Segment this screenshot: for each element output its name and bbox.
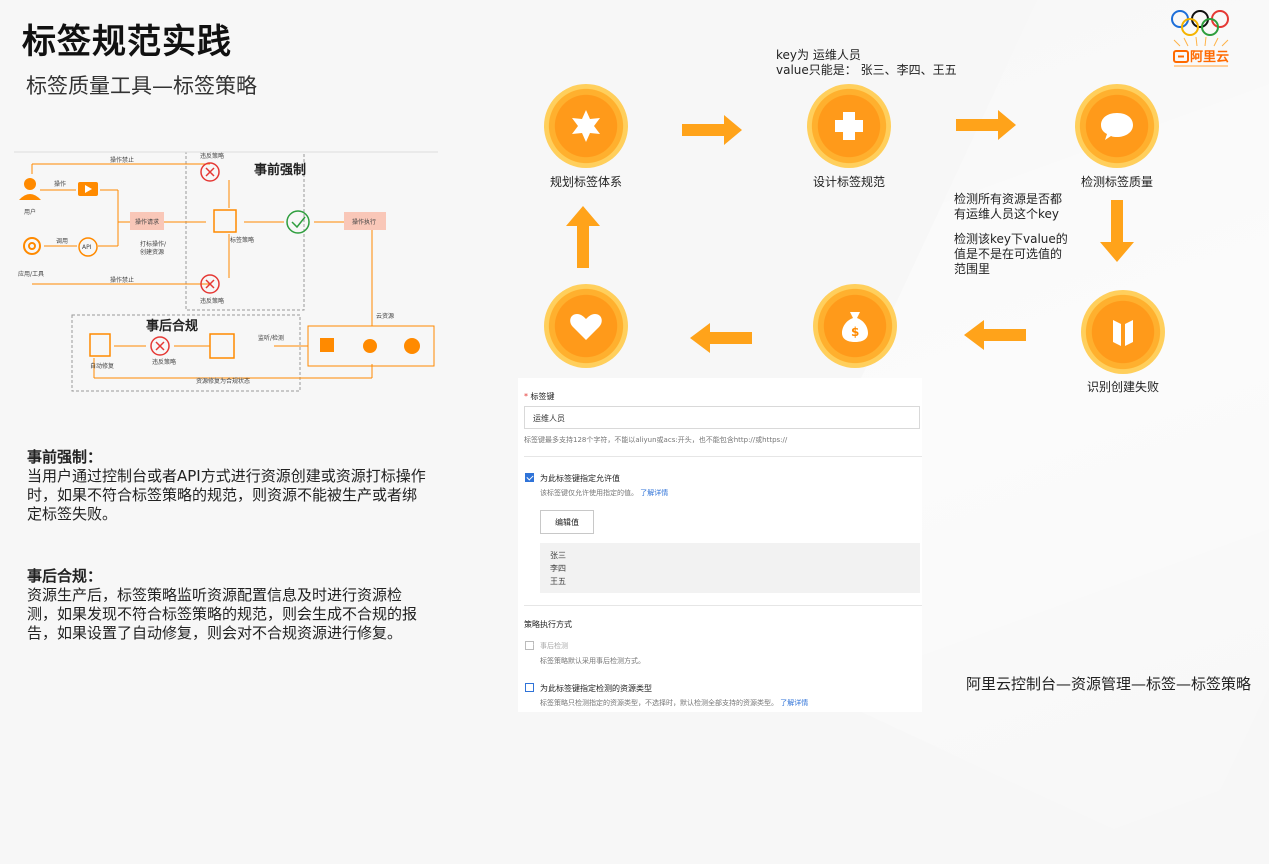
heart-icon bbox=[570, 314, 602, 340]
learn-more-link-2[interactable]: 了解详情 bbox=[780, 699, 808, 707]
value-item: 李四 bbox=[550, 564, 566, 573]
op-forbid-bottom: 操作禁止 bbox=[110, 276, 134, 284]
money-bag-icon: $ bbox=[842, 312, 868, 342]
svg-text:监听/检测: 监听/检测 bbox=[258, 334, 284, 342]
footer-caption: 阿里云控制台—资源管理—标签—标签策略 bbox=[965, 675, 1251, 693]
fail-circle bbox=[1081, 290, 1165, 374]
arrow-up bbox=[566, 206, 600, 268]
divider bbox=[524, 605, 922, 606]
arrow-right-2 bbox=[956, 110, 1016, 140]
svg-text:违反策略: 违反策略 bbox=[200, 152, 224, 160]
check-note: 检测所有资源是否都 有运维人员这个key 检测该key下value的 值是不是在… bbox=[954, 192, 1068, 276]
star-badge-icon bbox=[572, 110, 600, 142]
op-forbid-top: 操作禁止 bbox=[110, 156, 134, 164]
post-compliance-text: 事后合规： 资源生产后，标签策略监听资源配置信息及时进行资源检测，如果发现不符合… bbox=[27, 567, 418, 642]
heart-circle bbox=[544, 284, 628, 368]
svg-text:违反策略: 违反策略 bbox=[200, 297, 224, 305]
plus-icon bbox=[835, 112, 863, 140]
allow-hint: 该标签键仅允许使用指定的值。 bbox=[540, 489, 638, 497]
post-check-hint: 标签策略默认采用事后检测方式。 bbox=[540, 657, 645, 665]
app-label: 应用/工具 bbox=[18, 270, 44, 278]
money-circle: $ bbox=[813, 284, 897, 368]
user-icon bbox=[19, 178, 41, 200]
svg-text:标签策略: 标签策略 bbox=[230, 236, 254, 244]
svg-text:打标操作/: 打标操作/ bbox=[140, 240, 167, 248]
svg-text:创建资源: 创建资源 bbox=[140, 248, 164, 256]
call-label: 调用 bbox=[56, 237, 68, 245]
aliyun-olympic-logo: 阿里云 bbox=[1171, 10, 1229, 67]
key-note: key为 运维人员 value只能是： 张三、李四、王五 bbox=[776, 48, 957, 77]
arrow-down bbox=[1100, 200, 1134, 262]
allow-values-label: 为此标签键指定允许值 bbox=[540, 474, 620, 483]
monitor-policy-icon bbox=[209, 333, 235, 359]
tag-policy-flow-diagram: 事前强制 事后合规 用户 应用/工具 操作 API 调用 操作禁止 操作禁止 操… bbox=[14, 151, 438, 392]
svg-text:自动修复: 自动修复 bbox=[90, 362, 114, 370]
post-check-checkbox bbox=[525, 641, 534, 650]
post-check-label: 事后检测 bbox=[540, 642, 568, 650]
tag-policy-icon bbox=[213, 209, 237, 233]
arrow-left-1 bbox=[964, 320, 1026, 350]
page-subtitle: 标签质量工具—标签策略 bbox=[26, 74, 257, 98]
divider bbox=[524, 456, 922, 457]
resource-type-checkbox[interactable] bbox=[525, 683, 534, 692]
allowed-values-box: 张三 李四 王五 bbox=[540, 543, 920, 593]
svg-text:操作执行: 操作执行 bbox=[352, 218, 376, 226]
learn-more-link[interactable]: 了解详情 bbox=[640, 489, 668, 497]
allow-values-checkbox[interactable] bbox=[525, 473, 534, 482]
map-icon bbox=[1113, 320, 1133, 346]
arrow-right-1 bbox=[682, 115, 742, 145]
pre-enforce-text: 事前强制： 当用户通过控制台或者API方式进行资源创建或资源打标操作时，如果不符… bbox=[27, 448, 426, 523]
gear-icon bbox=[23, 237, 41, 255]
plan-label: 规划标签体系 bbox=[549, 175, 622, 189]
chat-bubble-icon bbox=[1101, 113, 1133, 140]
key-label: 标签键 bbox=[530, 392, 555, 401]
container-icon bbox=[404, 338, 420, 354]
fail-label: 识别创建失败 bbox=[1086, 380, 1159, 394]
svg-text:$: $ bbox=[851, 325, 859, 339]
svg-text:API: API bbox=[82, 244, 92, 251]
network-icon bbox=[363, 339, 377, 353]
page-title: 标签规范实践 bbox=[22, 22, 232, 62]
value-item: 张三 bbox=[550, 551, 566, 560]
mode-label: 策略执行方式 bbox=[524, 620, 572, 629]
resource-type-label: 为此标签键指定检测的资源类型 bbox=[540, 684, 652, 693]
cloud-res-label: 云资源 bbox=[376, 312, 394, 320]
logo-text: 阿里云 bbox=[1190, 50, 1229, 65]
key-hint: 标签键最多支持128个字符，不能以aliyun或acs:开头，也不能包含http… bbox=[524, 436, 788, 444]
svg-text:操作请求: 操作请求 bbox=[135, 218, 159, 226]
value-item: 王五 bbox=[550, 577, 566, 586]
auto-fix-icon bbox=[89, 333, 111, 357]
svg-text:资源修复为合规状态: 资源修复为合规状态 bbox=[196, 377, 250, 385]
design-label: 设计标签规范 bbox=[812, 175, 885, 189]
tag-policy-form: * 标签键 运维人员 标签键最多支持128个字符，不能以aliyun或acs:开… bbox=[518, 378, 922, 712]
resource-type-hint: 标签策略只检测指定的资源类型，不选择时，默认检测全部支持的资源类型。 bbox=[540, 699, 778, 707]
plan-circle bbox=[544, 84, 628, 168]
edit-values-button[interactable]: 编辑值 bbox=[540, 510, 594, 534]
user-label: 用户 bbox=[24, 208, 36, 216]
design-circle bbox=[807, 84, 891, 168]
detect-circle bbox=[1075, 84, 1159, 168]
check-icon bbox=[286, 210, 310, 234]
post-title: 事后合规 bbox=[146, 318, 198, 334]
tag-key-input[interactable]: 运维人员 bbox=[524, 406, 920, 429]
op-label: 操作 bbox=[54, 180, 66, 188]
pre-title: 事前强制 bbox=[254, 162, 306, 178]
server-icon bbox=[320, 338, 334, 352]
svg-text:违反策略: 违反策略 bbox=[152, 358, 176, 366]
arrow-left-2 bbox=[690, 323, 752, 353]
detect-label: 检测标签质量 bbox=[1080, 175, 1153, 189]
